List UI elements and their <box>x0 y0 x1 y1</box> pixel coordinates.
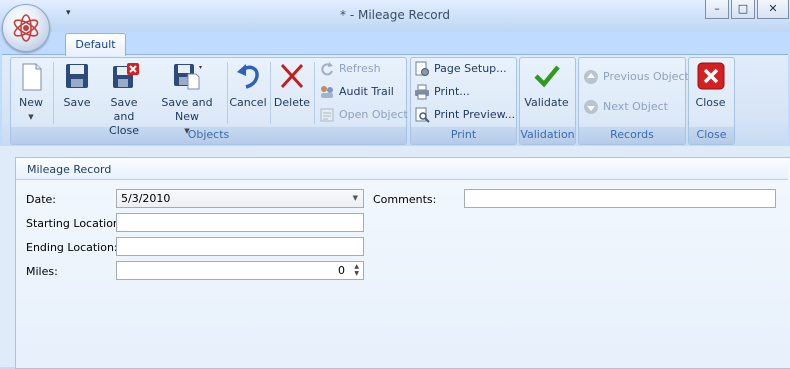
open-object-icon <box>319 107 335 123</box>
miles-value: 0 <box>338 264 345 277</box>
printer-icon <box>414 84 430 100</box>
separator <box>227 62 228 124</box>
print-preview-label: Print Preview... <box>434 108 516 121</box>
window-title: * - Mileage Record <box>340 8 450 22</box>
save-and-close-button[interactable]: Save and Close <box>100 62 148 138</box>
minimize-button[interactable]: – <box>705 0 729 19</box>
refresh-label: Refresh <box>339 62 381 75</box>
separator <box>53 62 54 124</box>
delete-button[interactable]: Delete <box>273 62 311 110</box>
next-object-label: Next Object <box>603 100 668 113</box>
print-button[interactable]: Print... <box>414 83 470 101</box>
page-setup-label: Page Setup... <box>434 62 507 75</box>
date-value: 5/3/2010 <box>121 192 171 205</box>
audit-trail-label: Audit Trail <box>339 85 394 98</box>
separator <box>314 62 315 124</box>
audit-trail-button[interactable]: Audit Trail <box>319 83 394 101</box>
save-button[interactable]: Save <box>58 62 96 110</box>
separator <box>270 62 271 124</box>
close-icon <box>697 62 725 90</box>
previous-object-label: Previous Object <box>603 70 689 83</box>
print-group-label: Print <box>411 127 516 144</box>
spinner-icon[interactable]: ▲ ▼ <box>354 263 359 277</box>
arrow-up-icon <box>583 69 599 85</box>
tab-default[interactable]: Default <box>65 33 126 56</box>
close-button[interactable]: Close <box>690 62 731 110</box>
page-setup-icon <box>414 61 430 77</box>
app-logo-icon <box>13 14 39 42</box>
page-setup-button[interactable]: Page Setup... <box>414 60 507 78</box>
save-and-new-label: Save and New <box>161 96 213 123</box>
refresh-button[interactable]: Refresh <box>319 60 381 78</box>
ending-location-label: Ending Location: <box>26 241 118 254</box>
ending-location-field[interactable] <box>116 237 364 256</box>
save-and-new-dropdown-icon: ▼ <box>184 127 190 135</box>
undo-icon <box>234 62 262 90</box>
arrow-down-icon <box>583 99 599 115</box>
refresh-icon <box>319 61 335 77</box>
print-label: Print... <box>434 85 470 98</box>
save-and-new-icon <box>171 62 203 90</box>
comments-label: Comments: <box>373 193 437 206</box>
new-button[interactable]: New ▼ <box>14 62 48 124</box>
delete-icon <box>278 62 306 90</box>
panel-header <box>16 158 788 180</box>
save-and-new-button[interactable]: Save and New ▼ <box>150 62 224 138</box>
save-label: Save <box>63 96 91 109</box>
new-dropdown-icon: ▼ <box>28 113 34 121</box>
print-preview-icon <box>414 107 430 123</box>
validation-group-label: Validation <box>520 127 575 144</box>
close-group-label: Close <box>689 127 734 144</box>
cancel-button[interactable]: Cancel <box>229 62 267 110</box>
date-field[interactable]: 5/3/2010 ▼ <box>116 189 364 208</box>
open-object-label: Open Object <box>339 108 408 121</box>
cancel-label: Cancel <box>229 96 267 109</box>
open-object-button[interactable]: Open Object <box>319 106 408 124</box>
print-preview-button[interactable]: Print Preview... <box>414 106 515 124</box>
comments-field[interactable] <box>464 189 776 208</box>
starting-location-label: Starting Location: <box>26 217 124 230</box>
starting-location-field[interactable] <box>116 213 364 232</box>
window-close-button[interactable]: ✕ <box>757 0 789 19</box>
date-label: Date: <box>26 193 56 206</box>
validate-label: Validate <box>524 96 569 109</box>
application-menu-button[interactable] <box>2 4 50 52</box>
new-label: New <box>19 96 43 109</box>
miles-stepper[interactable]: 0 ▲ ▼ <box>116 261 364 280</box>
save-icon <box>63 62 91 90</box>
save-and-close-label-line2: Close <box>109 124 139 137</box>
checkmark-icon <box>533 62 561 90</box>
miles-label: Miles: <box>26 265 58 278</box>
close-label: Close <box>695 96 726 109</box>
new-document-icon <box>17 62 45 91</box>
save-and-close-label-line1: Save and <box>110 96 138 123</box>
validate-button[interactable]: Validate <box>522 62 571 110</box>
previous-object-button[interactable]: Previous Object <box>583 68 689 86</box>
records-navigation-group-label: Records Navigation <box>579 127 685 157</box>
date-dropdown-icon[interactable]: ▼ <box>353 190 358 207</box>
panel-title: Mileage Record <box>27 163 112 176</box>
next-object-button[interactable]: Next Object <box>583 98 668 116</box>
maximize-button[interactable]: □ <box>731 0 755 19</box>
save-and-close-icon <box>110 62 139 90</box>
audit-trail-icon <box>319 84 335 100</box>
delete-label: Delete <box>273 96 311 109</box>
